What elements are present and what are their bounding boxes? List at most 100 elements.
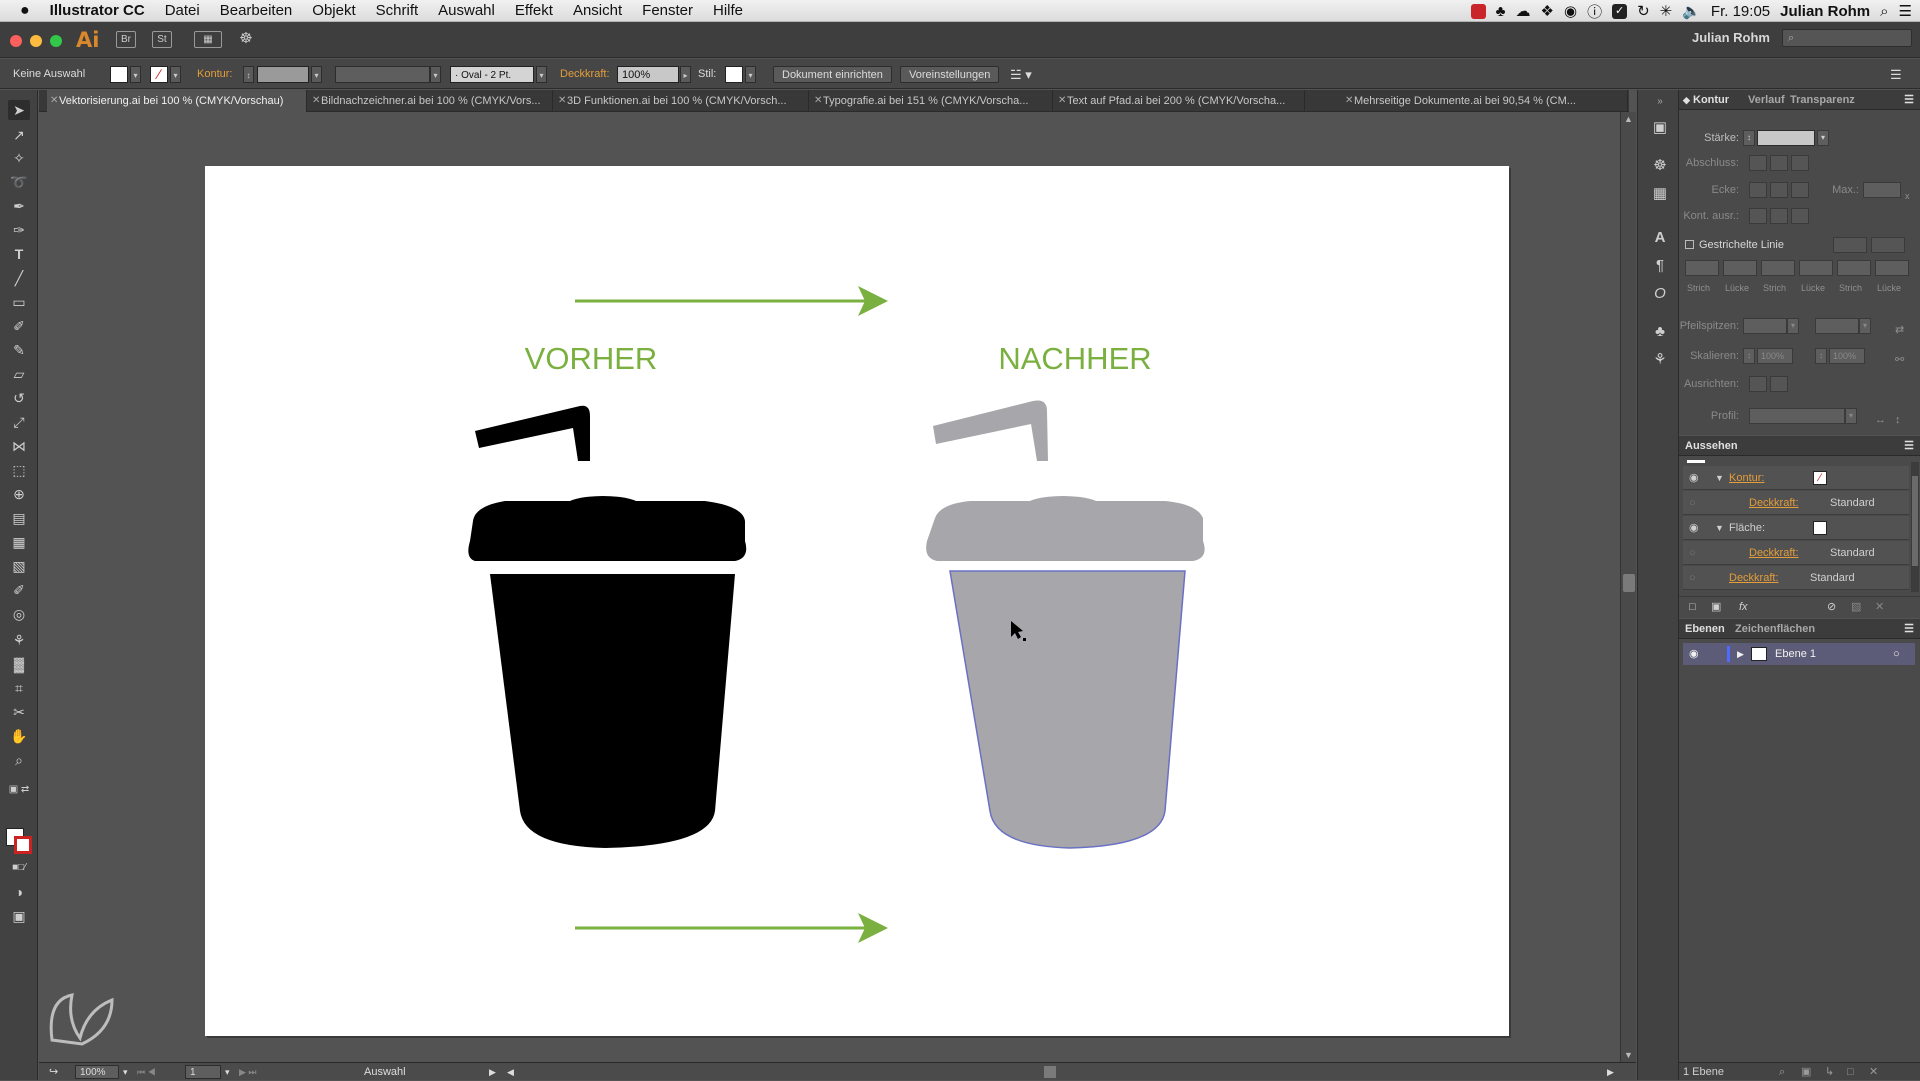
help-search-input[interactable]: ⌕ bbox=[1782, 29, 1912, 47]
menu-hilfe[interactable]: Hilfe bbox=[703, 2, 753, 19]
arrow-end-select[interactable] bbox=[1815, 318, 1859, 334]
expand-triangle-icon[interactable]: ▼ bbox=[1715, 466, 1724, 490]
voreinstellungen-button[interactable]: Voreinstellungen bbox=[900, 66, 1000, 83]
magic-wand-tool-icon[interactable]: ✧ bbox=[8, 148, 30, 168]
appearance-deckkraft-label[interactable]: Deckkraft: bbox=[1729, 566, 1779, 590]
profil-dropdown-icon[interactable]: ▾ bbox=[1845, 408, 1857, 424]
menu-fenster[interactable]: Fenster bbox=[632, 2, 703, 19]
drawing-mode-icon[interactable]: ◑ bbox=[8, 882, 30, 902]
staerke-dropdown-icon[interactable]: ▾ bbox=[1817, 130, 1829, 146]
visibility-eye-icon[interactable]: ◉ bbox=[1689, 516, 1699, 540]
appearance-kontur-deckkraft-row[interactable]: ○ Deckkraft: Standard bbox=[1683, 491, 1909, 515]
blob-brush-tool-icon[interactable]: ✎ bbox=[8, 340, 30, 360]
brushes-icon[interactable]: ⚘ bbox=[1650, 350, 1670, 370]
opacity-input[interactable]: 100% bbox=[617, 66, 679, 83]
onepassword-icon[interactable]: ⓘ bbox=[1587, 1, 1602, 22]
new-layer-icon[interactable]: □ bbox=[1847, 1063, 1854, 1081]
delete-layer-icon[interactable]: ✕ bbox=[1869, 1063, 1878, 1081]
direct-selection-tool-icon[interactable]: ↗ bbox=[8, 125, 30, 145]
status-menu-arrow-icon[interactable]: ▶ bbox=[489, 1065, 496, 1079]
arrow-end-dropdown-icon[interactable]: ▾ bbox=[1859, 318, 1871, 334]
expand-triangle-icon[interactable]: ▼ bbox=[1715, 516, 1724, 540]
align-outside-icon[interactable] bbox=[1791, 208, 1809, 224]
add-effect-icon[interactable]: fx bbox=[1739, 597, 1748, 617]
tab-verlauf[interactable]: Verlauf bbox=[1748, 90, 1785, 110]
deckkraft-label[interactable]: Deckkraft: bbox=[560, 66, 610, 83]
tab-text-auf-pfad[interactable]: ✕ Text auf Pfad.ai bei 200 % (CMYK/Vorsch… bbox=[1055, 90, 1305, 112]
fill-dropdown[interactable]: ▾ bbox=[130, 66, 141, 83]
panel-collapse-icon[interactable]: ◆ bbox=[1683, 90, 1690, 110]
eye-icon[interactable]: ◉ bbox=[1564, 2, 1577, 20]
strich-3-input[interactable] bbox=[1837, 260, 1871, 276]
paintbrush-tool-icon[interactable]: ✐ bbox=[8, 316, 30, 336]
fill-swatch[interactable] bbox=[110, 66, 128, 83]
brush-dropdown[interactable]: ▾ bbox=[536, 66, 547, 83]
scale-end-input[interactable]: 100% bbox=[1829, 348, 1865, 364]
spotlight-icon[interactable]: ⌕ bbox=[1880, 3, 1888, 20]
visibility-eye-icon[interactable]: ○ bbox=[1689, 566, 1696, 590]
add-stroke-icon[interactable]: □ bbox=[1689, 597, 1696, 617]
align-center-icon[interactable] bbox=[1749, 208, 1767, 224]
dokument-einrichten-button[interactable]: Dokument einrichten bbox=[773, 66, 892, 83]
tab-close-icon[interactable]: ✕ bbox=[50, 90, 58, 112]
locate-object-icon[interactable]: ⌕ bbox=[1779, 1063, 1785, 1081]
visibility-eye-icon[interactable]: ○ bbox=[1689, 541, 1696, 565]
scale-start-stepper-icon[interactable]: ↕ bbox=[1743, 348, 1755, 364]
bridge-button[interactable]: Br bbox=[116, 31, 136, 48]
evernote-icon[interactable]: ♣ bbox=[1496, 3, 1506, 20]
aussehen-scroll-thumb[interactable] bbox=[1912, 476, 1918, 566]
tab-zeichenflaechen[interactable]: Zeichenflächen bbox=[1735, 619, 1815, 639]
profil-select[interactable] bbox=[1749, 408, 1845, 424]
cloud-icon[interactable]: ☁ bbox=[1516, 2, 1531, 20]
arrow-start-dropdown-icon[interactable]: ▾ bbox=[1787, 318, 1799, 334]
profile-dropdown[interactable]: ▾ bbox=[430, 66, 441, 83]
stroke-weight-input[interactable] bbox=[257, 66, 309, 83]
status-red-app-icon[interactable] bbox=[1470, 3, 1486, 19]
stroke-color-icon[interactable] bbox=[14, 836, 32, 854]
visibility-eye-icon[interactable]: ○ bbox=[1689, 491, 1696, 515]
menu-objekt[interactable]: Objekt bbox=[302, 2, 365, 19]
menu-app-name[interactable]: Illustrator CC bbox=[40, 2, 155, 19]
rectangle-tool-icon[interactable]: ▭ bbox=[8, 292, 30, 312]
appearance-kontur-label[interactable]: Kontur: bbox=[1729, 466, 1764, 490]
cap-butt-icon[interactable] bbox=[1749, 155, 1767, 171]
stroke-weight-stepper[interactable]: ↕ bbox=[243, 66, 254, 83]
tab-transparenz[interactable]: Transparenz bbox=[1790, 90, 1855, 110]
window-minimize-button[interactable] bbox=[30, 35, 42, 47]
selection-tool-icon[interactable]: ➤ bbox=[8, 100, 30, 120]
column-graph-tool-icon[interactable]: ▓ bbox=[8, 654, 30, 674]
fill-white-swatch[interactable] bbox=[1813, 521, 1827, 535]
corner-miter-icon[interactable] bbox=[1749, 182, 1767, 198]
scroll-thumb[interactable] bbox=[1623, 574, 1635, 592]
scale-end-stepper-icon[interactable]: ↕ bbox=[1815, 348, 1827, 364]
aussehen-scrollbar[interactable] bbox=[1911, 462, 1919, 592]
symbols-icon[interactable]: ♣ bbox=[1650, 322, 1670, 342]
strich-2-input[interactable] bbox=[1761, 260, 1795, 276]
collapse-dock-icon[interactable]: » bbox=[1650, 92, 1670, 112]
share-icon[interactable]: ↪ bbox=[49, 1065, 58, 1079]
brush-definition[interactable]: · Oval - 2 Pt. bbox=[450, 66, 534, 83]
status-tool-label[interactable]: Auswahl bbox=[364, 1065, 406, 1079]
notification-center-icon[interactable]: ☰ bbox=[1899, 2, 1912, 20]
shape-builder-tool-icon[interactable]: ⊕ bbox=[8, 484, 30, 504]
dropbox-icon[interactable]: ❖ bbox=[1541, 2, 1554, 20]
layer-target-icon[interactable]: ○ bbox=[1893, 643, 1900, 665]
tab-ebenen[interactable]: Ebenen bbox=[1685, 619, 1725, 639]
arrange-documents-icon[interactable]: ▦ bbox=[194, 31, 222, 48]
curvature-tool-icon[interactable]: ✑ bbox=[8, 220, 30, 240]
artboard-tool-icon[interactable]: ⌗ bbox=[8, 678, 30, 698]
stroke-dropdown[interactable]: ▾ bbox=[170, 66, 181, 83]
menubar-clock[interactable]: Fr. 19:05 bbox=[1711, 3, 1770, 20]
cap-round-icon[interactable] bbox=[1770, 155, 1788, 171]
stroke-none-swatch[interactable]: ∕ bbox=[1813, 471, 1827, 485]
tab-typografie[interactable]: ✕ Typografie.ai bei 151 % (CMYK/Vorscha..… bbox=[811, 90, 1053, 112]
duplicate-item-icon[interactable]: ▧ bbox=[1851, 597, 1861, 617]
max-input[interactable] bbox=[1863, 182, 1901, 198]
arrow-align-place-icon[interactable] bbox=[1770, 376, 1788, 392]
perspective-grid-tool-icon[interactable]: ▤ bbox=[8, 508, 30, 528]
layer-visibility-eye-icon[interactable]: ◉ bbox=[1689, 643, 1699, 665]
window-close-button[interactable] bbox=[10, 35, 22, 47]
add-fill-icon[interactable]: ▣ bbox=[1711, 597, 1721, 617]
slice-tool-icon[interactable]: ✂ bbox=[8, 702, 30, 722]
time-machine-icon[interactable]: ↻ bbox=[1637, 2, 1650, 20]
